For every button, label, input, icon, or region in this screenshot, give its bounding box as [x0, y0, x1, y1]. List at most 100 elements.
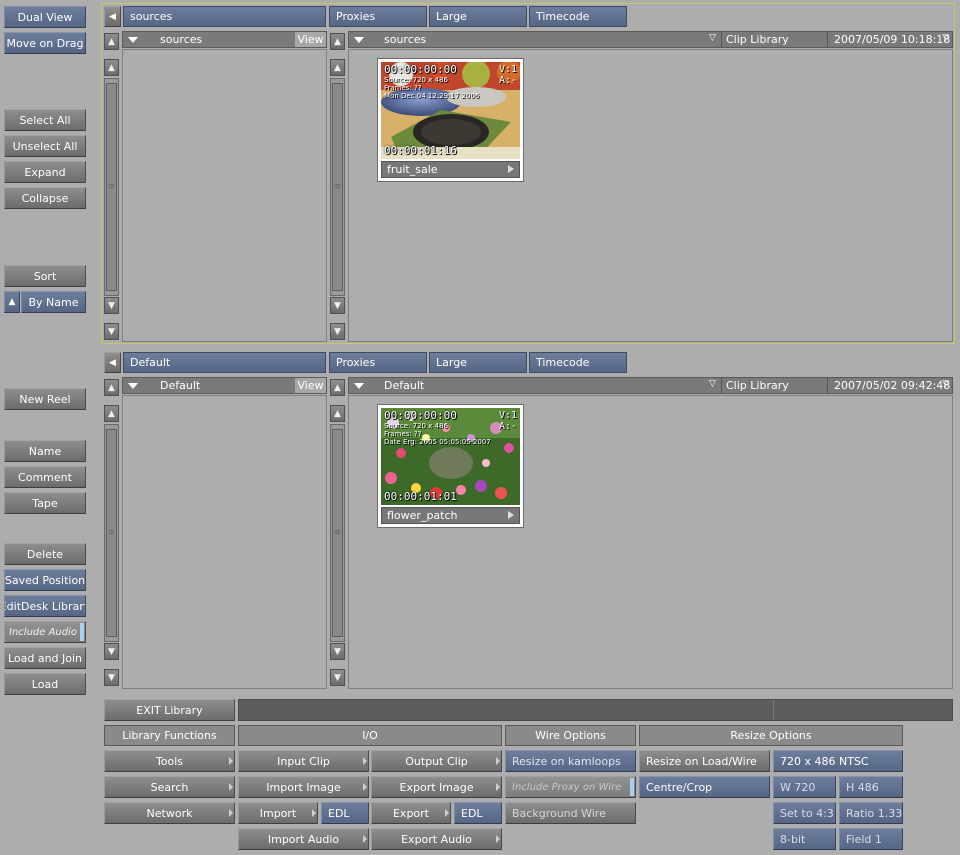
top-reel-tree-pane[interactable]: [122, 49, 327, 342]
bottom-large-tab[interactable]: Large: [429, 352, 527, 373]
name-button[interactable]: Name: [4, 440, 86, 462]
top-clip-header[interactable]: sources ▽ Clip Library 2007/05/09 10:18:…: [348, 31, 953, 48]
field-selector[interactable]: Field 1: [839, 828, 903, 850]
unselect-all-button[interactable]: Unselect All: [4, 135, 86, 157]
dual-view-button[interactable]: Dual View: [4, 6, 86, 28]
export-button[interactable]: Export: [371, 802, 451, 824]
bottom-view-button[interactable]: View: [295, 378, 326, 393]
top-reel-tab[interactable]: sources: [123, 6, 326, 27]
height-field[interactable]: H 486: [839, 776, 903, 798]
bottom-reel-tab[interactable]: Default: [123, 352, 326, 373]
editdesk-library-button[interactable]: EditDesk Library: [4, 595, 86, 617]
centre-crop-selector[interactable]: Centre/Crop: [639, 776, 770, 798]
load-and-join-button[interactable]: Load and Join: [4, 647, 86, 669]
include-proxy-on-wire-toggle[interactable]: Include Proxy on Wire: [505, 776, 636, 798]
load-button[interactable]: Load: [4, 673, 86, 695]
top-clip-scroll-thumb[interactable]: ≡: [332, 83, 343, 291]
import-format-selector[interactable]: EDL: [321, 802, 369, 824]
export-format-selector[interactable]: EDL: [454, 802, 502, 824]
scroll-bottom-icon[interactable]: ▼: [104, 323, 119, 340]
scroll-down-icon[interactable]: ▼: [104, 643, 119, 660]
scroll-top-icon[interactable]: ▲: [330, 379, 345, 396]
output-clip-button[interactable]: Output Clip: [371, 750, 502, 772]
clip-tc-end: 00:00:01:16: [384, 144, 457, 157]
bit-depth-selector[interactable]: 8-bit: [773, 828, 836, 850]
ratio-field[interactable]: Ratio 1.333: [839, 802, 903, 824]
play-icon[interactable]: [508, 511, 514, 519]
bottom-clip-scroll-thumb[interactable]: ≡: [332, 429, 343, 637]
bottom-tree-scroll-track[interactable]: ≡: [104, 424, 119, 642]
scroll-up-icon[interactable]: ▲: [330, 59, 345, 76]
search-button[interactable]: Search: [104, 776, 235, 798]
scroll-down-icon[interactable]: ▼: [330, 643, 345, 660]
top-clip-scroll-track[interactable]: ≡: [330, 78, 345, 296]
clip-name-bar[interactable]: fruit_sale: [381, 161, 520, 178]
bottom-timecode-tab[interactable]: Timecode: [529, 352, 627, 373]
bottom-clip-header[interactable]: Default ▽ Clip Library 2007/05/02 09:42:…: [348, 377, 953, 394]
scroll-down-icon[interactable]: ▼: [104, 297, 119, 314]
left-arrow-icon: ◀: [109, 11, 116, 22]
scroll-top-icon[interactable]: ▲: [330, 33, 345, 50]
export-image-button[interactable]: Export Image: [371, 776, 502, 798]
clip-thumbnail[interactable]: 00:00:00:00 Source: 720 x 486 Frames: ??…: [381, 408, 520, 505]
clip-card-flower-patch[interactable]: 00:00:00:00 Source: 720 x 486 Frames: ??…: [377, 404, 524, 528]
scroll-bottom-icon[interactable]: ▼: [330, 323, 345, 340]
scroll-bottom-icon[interactable]: ▼: [330, 669, 345, 686]
move-on-drag-button[interactable]: Move on Drag: [4, 32, 86, 54]
scroll-top-icon[interactable]: ▲: [104, 33, 119, 50]
comment-button[interactable]: Comment: [4, 466, 86, 488]
network-button[interactable]: Network: [104, 802, 235, 824]
scroll-down-icon[interactable]: ▼: [330, 297, 345, 314]
input-clip-button[interactable]: Input Clip: [238, 750, 369, 772]
scroll-up-icon[interactable]: ▲: [104, 59, 119, 76]
bottom-tree-scroll-thumb[interactable]: ≡: [106, 429, 117, 637]
scroll-up-icon[interactable]: ▲: [330, 405, 345, 422]
collapse-button[interactable]: Collapse: [4, 187, 86, 209]
top-reel-tree-header[interactable]: sources View: [122, 31, 327, 48]
select-all-button[interactable]: Select All: [4, 109, 86, 131]
set-aspect-button[interactable]: Set to 4:3: [773, 802, 836, 824]
sort-button[interactable]: Sort: [4, 265, 86, 287]
saved-position-button[interactable]: Saved Position: [4, 569, 86, 591]
import-audio-button[interactable]: Import Audio: [238, 828, 369, 850]
io-label: I/O: [238, 725, 502, 746]
tape-button[interactable]: Tape: [4, 492, 86, 514]
play-icon[interactable]: [508, 165, 514, 173]
top-proxies-tab[interactable]: Proxies: [329, 6, 427, 27]
sort-direction-toggle[interactable]: ▲: [4, 291, 20, 313]
include-audio-toggle[interactable]: Include Audio: [4, 621, 86, 643]
bottom-reel-tree-header[interactable]: Default View: [122, 377, 327, 394]
top-tree-scroll-thumb[interactable]: ≡: [106, 83, 117, 291]
bottom-clip-scroll-track[interactable]: ≡: [330, 424, 345, 642]
resize-on-load-wire-button[interactable]: Resize on Load/Wire: [639, 750, 770, 772]
scroll-top-icon[interactable]: ▲: [104, 379, 119, 396]
exit-library-button[interactable]: EXIT Library: [104, 699, 235, 721]
tools-button[interactable]: Tools: [104, 750, 235, 772]
sort-by-selector[interactable]: By Name: [21, 291, 86, 313]
import-image-button[interactable]: Import Image: [238, 776, 369, 798]
scroll-bottom-icon[interactable]: ▼: [104, 669, 119, 686]
expand-button[interactable]: Expand: [4, 161, 86, 183]
top-timecode-tab[interactable]: Timecode: [529, 6, 627, 27]
resize-on-kamloops-button[interactable]: Resize on kamloops: [505, 750, 636, 772]
top-tree-scroll-track[interactable]: ≡: [104, 78, 119, 296]
clip-name-bar[interactable]: flower_patch: [381, 507, 520, 524]
new-reel-button[interactable]: New Reel: [4, 388, 86, 410]
export-audio-button[interactable]: Export Audio: [371, 828, 502, 850]
format-selector[interactable]: 720 x 486 NTSC: [773, 750, 903, 772]
top-large-tab[interactable]: Large: [429, 6, 527, 27]
width-field[interactable]: W 720: [773, 776, 836, 798]
scroll-up-icon[interactable]: ▲: [104, 405, 119, 422]
bottom-reel-back-button[interactable]: ◀: [104, 352, 121, 373]
bottom-reel-tree-pane[interactable]: [122, 395, 327, 689]
top-reel-back-button[interactable]: ◀: [104, 6, 121, 27]
bottom-proxies-tab[interactable]: Proxies: [329, 352, 427, 373]
bottom-library-type[interactable]: Clip Library: [726, 379, 789, 392]
clip-thumbnail[interactable]: 00:00:00:00 Source: 720 x 486 Frames: ??…: [381, 62, 520, 159]
clip-card-fruit-sale[interactable]: 00:00:00:00 Source: 720 x 486 Frames: ??…: [377, 58, 524, 182]
background-wire-button[interactable]: Background Wire: [505, 802, 636, 824]
delete-button[interactable]: Delete: [4, 543, 86, 565]
import-button[interactable]: Import: [238, 802, 318, 824]
top-library-type[interactable]: Clip Library: [726, 33, 789, 46]
top-view-button[interactable]: View: [295, 32, 326, 47]
